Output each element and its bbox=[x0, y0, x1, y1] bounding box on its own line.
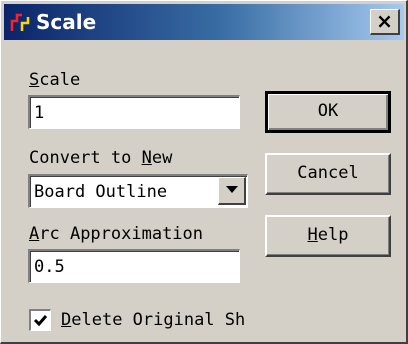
title-bar[interactable]: Scale × bbox=[4, 4, 404, 40]
cancel-button[interactable]: Cancel bbox=[265, 153, 391, 195]
window-title: Scale bbox=[36, 10, 97, 34]
checkmark-icon bbox=[33, 315, 48, 327]
scale-value: 1 bbox=[34, 103, 45, 123]
convert-label-prefix: Convert to bbox=[29, 148, 142, 168]
arc-approximation-input[interactable]: 0.5 bbox=[28, 249, 240, 283]
arc-label: Arc Approximation bbox=[29, 223, 203, 245]
delete-original-checkbox[interactable] bbox=[29, 309, 51, 331]
scale-dialog: Scale × Scale 1 Convert to New Board Out… bbox=[0, 0, 408, 344]
help-label: elp bbox=[317, 225, 349, 245]
delete-original-text: elete Original Sh bbox=[71, 310, 246, 330]
help-mnemonic: H bbox=[307, 225, 318, 245]
convert-label: Convert to New bbox=[29, 147, 172, 169]
ok-label: OK bbox=[317, 101, 339, 121]
cancel-label: Cancel bbox=[297, 163, 359, 183]
arc-label-mnemonic: A bbox=[29, 224, 40, 244]
ok-button[interactable]: OK bbox=[265, 91, 391, 133]
scale-label: Scale bbox=[29, 69, 80, 91]
scale-label-text: cale bbox=[39, 70, 81, 90]
delete-original-label: Delete Original Sh bbox=[61, 309, 245, 331]
chevron-down-icon bbox=[226, 186, 238, 193]
close-button[interactable]: × bbox=[370, 9, 400, 35]
arc-value: 0.5 bbox=[34, 257, 65, 277]
convert-label-text: ew bbox=[151, 148, 173, 168]
scale-tool-icon bbox=[10, 11, 32, 33]
scale-input[interactable]: 1 bbox=[28, 95, 240, 129]
scale-label-mnemonic: S bbox=[29, 70, 40, 90]
arc-label-text: rc Approximation bbox=[39, 224, 204, 244]
convert-label-mnemonic: N bbox=[141, 148, 152, 168]
help-button[interactable]: Help bbox=[265, 215, 391, 257]
convert-dropdown[interactable]: Board Outline bbox=[28, 174, 248, 208]
close-icon: × bbox=[376, 9, 393, 33]
dropdown-arrow-button[interactable] bbox=[218, 177, 246, 205]
convert-selected: Board Outline bbox=[34, 182, 168, 202]
delete-original-mnemonic: D bbox=[61, 310, 72, 330]
